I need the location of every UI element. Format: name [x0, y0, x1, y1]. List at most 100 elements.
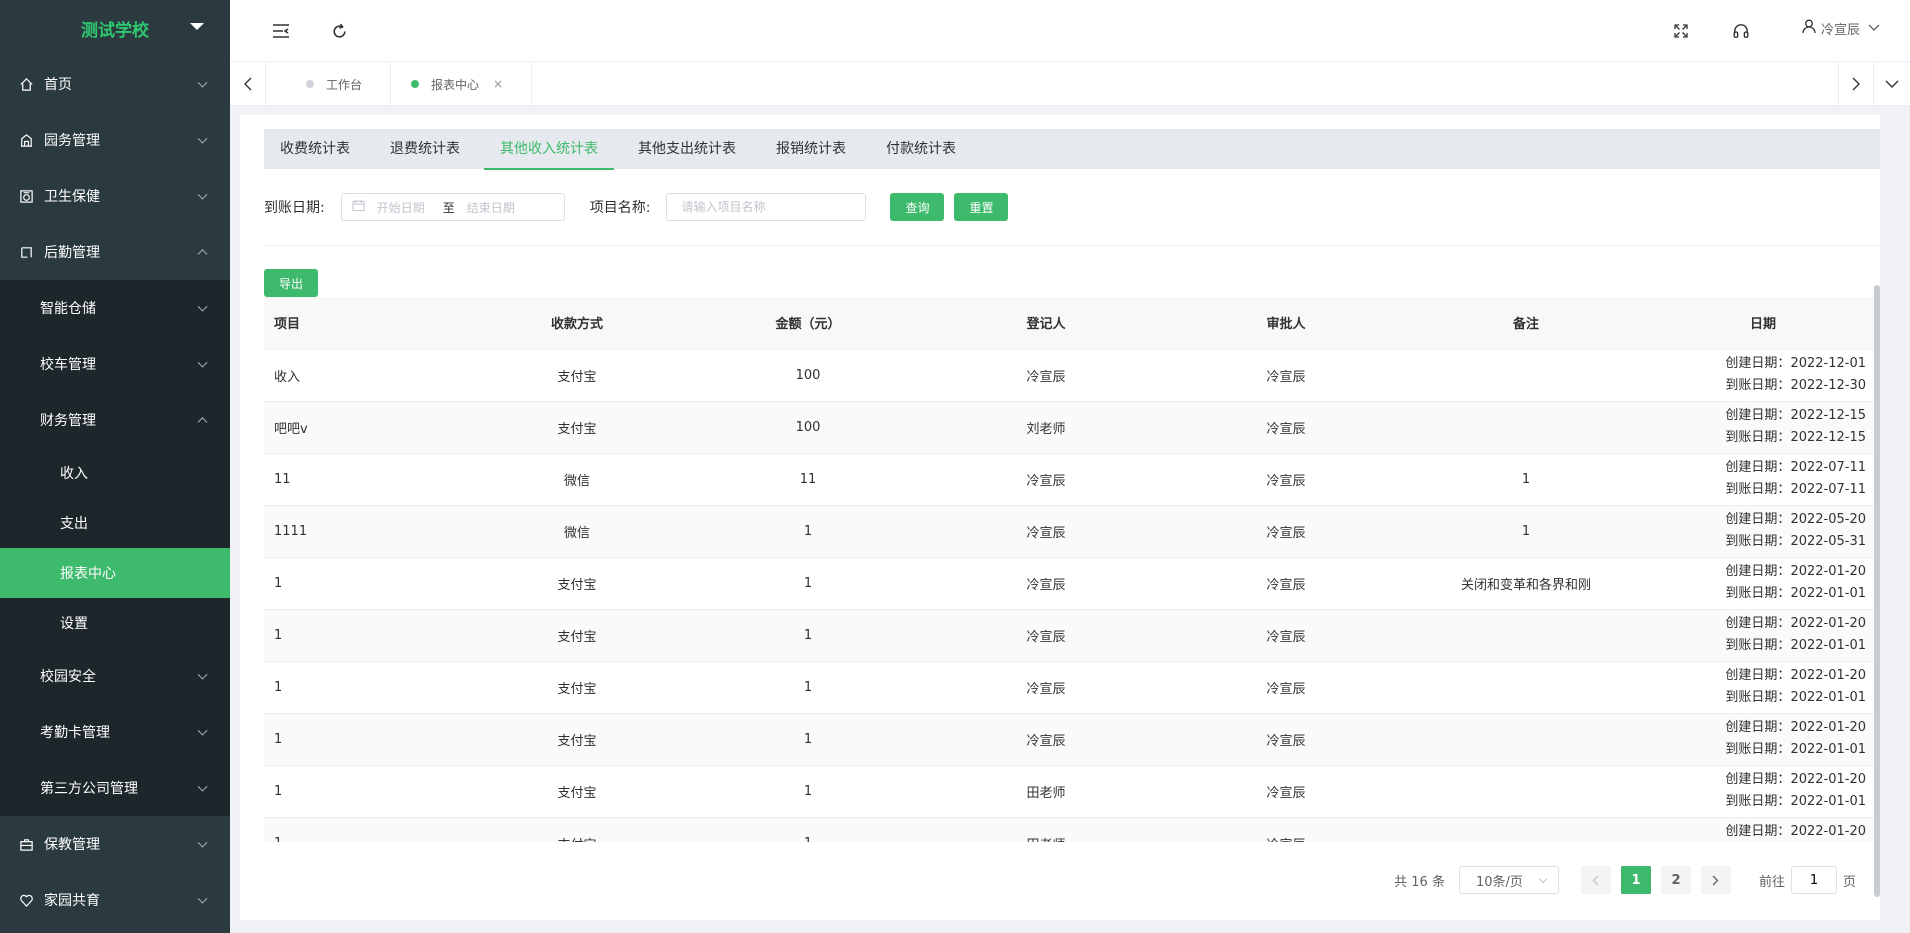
- caret-down-icon[interactable]: [190, 23, 204, 30]
- created-label: 创建日期：: [1725, 720, 1791, 735]
- school-switcher[interactable]: 测试学校: [0, 0, 230, 56]
- sidebar-item-education[interactable]: 保教管理: [0, 816, 230, 872]
- sidebar-item-label: 报表中心: [60, 566, 116, 582]
- created-date-line: 创建日期：2022-01-20: [1646, 561, 1866, 583]
- sidebar-item-expense[interactable]: 支出: [0, 498, 230, 548]
- user-menu[interactable]: 冷宣辰: [1801, 18, 1880, 38]
- created-label: 创建日期：: [1725, 512, 1791, 527]
- table-row: 1 支付宝 1 冷宣辰 冷宣辰 创建日期：2022-01-20 到账日期：2022-01-0…: [264, 609, 1880, 662]
- created-label: 创建日期：: [1725, 408, 1791, 423]
- refresh-icon[interactable]: [328, 20, 350, 42]
- cell-method: 支付宝: [464, 661, 690, 714]
- filter-bar: 到账日期: 开始日期 至 结束日期 项目名称: 查询 重置: [264, 193, 1009, 221]
- sidebar-item-warehouse[interactable]: 智能仓储: [0, 280, 230, 336]
- tab-payment-stats[interactable]: 付款统计表: [870, 129, 972, 169]
- tab-refund-stats[interactable]: 退费统计表: [374, 129, 476, 169]
- next-page-button[interactable]: [1700, 866, 1731, 894]
- sidebar-item-campus-security[interactable]: 校园安全: [0, 648, 230, 704]
- sidebar-item-attendance-card[interactable]: 考勤卡管理: [0, 704, 230, 760]
- cell-registrar: 刘老师: [926, 401, 1166, 454]
- sidebar-item-campus[interactable]: 园务管理: [0, 112, 230, 168]
- sidebar-item-home[interactable]: 首页: [0, 56, 230, 112]
- arrived-label: 到账日期：: [1725, 482, 1791, 497]
- created-date-line: 创建日期：2022-01-20: [1646, 769, 1866, 791]
- cell-note: [1406, 713, 1646, 766]
- sidebar-item-label: 后勤管理: [44, 245, 100, 261]
- created-label: 创建日期：: [1725, 460, 1791, 475]
- arrived-date: 2022-01-01: [1790, 794, 1866, 809]
- cell-approver: 冷宣辰: [1166, 557, 1406, 610]
- cell-dates: 创建日期：2022-01-20到账日期：2022-01-01: [1646, 661, 1880, 714]
- tab-other-income-stats[interactable]: 其他收入统计表: [484, 129, 614, 170]
- cell-dates: 创建日期：2022-01-20到账日期：2022-01-01: [1646, 713, 1880, 766]
- cell-item: 1: [264, 557, 464, 610]
- tab-label: 工作台: [326, 77, 363, 92]
- sidebar-item-schoolbus[interactable]: 校车管理: [0, 336, 230, 392]
- table-row: 11 微信 11 冷宣辰 冷宣辰 1 创建日期：2022-07-11 到账日期：2022-07…: [264, 453, 1880, 506]
- query-button[interactable]: 查询: [890, 193, 945, 221]
- cell-item: 1111: [264, 505, 464, 558]
- export-button[interactable]: 导出: [264, 269, 319, 297]
- sidebar-item-settings[interactable]: 设置: [0, 598, 230, 648]
- fullscreen-icon[interactable]: [1670, 20, 1692, 42]
- total-count: 共 16 条: [1394, 874, 1445, 890]
- table-row: 收入 支付宝 100 冷宣辰 冷宣辰 创建日期：2022-12-01 到账日期：2022-1…: [264, 349, 1880, 402]
- column-header: 日期: [1646, 297, 1880, 350]
- cell-amount: 100: [690, 349, 926, 402]
- sidebar-item-health[interactable]: 卫生保健: [0, 168, 230, 224]
- sidebar-item-label: 校园安全: [40, 669, 96, 685]
- arrived-label: 到账日期：: [1725, 638, 1791, 653]
- tabs-dropdown-icon[interactable]: [1874, 62, 1910, 106]
- start-date-input[interactable]: 开始日期: [377, 199, 425, 216]
- tabs-scroll-right-icon[interactable]: [1838, 62, 1874, 106]
- tab-report-center[interactable]: 报表中心 ×: [371, 62, 533, 106]
- sidebar-item-report-center[interactable]: 报表中心: [0, 548, 230, 598]
- cell-item: 1: [264, 609, 464, 662]
- arrived-date-line: 到账日期：2022-01-01: [1646, 635, 1866, 657]
- table-row: 1 支付宝 1 冷宣辰 冷宣辰 创建日期：2022-01-20 到账日期：2022-01-0…: [264, 713, 1880, 766]
- cell-method: 微信: [464, 453, 690, 506]
- tab-fee-stats[interactable]: 收费统计表: [264, 129, 366, 169]
- close-icon[interactable]: ×: [493, 77, 503, 91]
- sidebar-item-home-school[interactable]: 家园共育: [0, 872, 230, 928]
- tab-status-dot: [411, 80, 419, 88]
- chevron-down-icon: [197, 781, 208, 792]
- reset-button[interactable]: 重置: [954, 193, 1009, 221]
- column-header: 登记人: [926, 297, 1166, 350]
- cell-registrar: 冷宣辰: [926, 661, 1166, 714]
- main-panel: 收费统计表 退费统计表 其他收入统计表 其他支出统计表 报销统计表 付款统计表 …: [240, 115, 1880, 920]
- report-tabs: 收费统计表 退费统计表 其他收入统计表 其他支出统计表 报销统计表 付款统计表: [264, 129, 1880, 170]
- headset-icon[interactable]: [1730, 20, 1752, 42]
- tab-reimbursement-stats[interactable]: 报销统计表: [760, 129, 862, 169]
- created-date-line: 创建日期：2022-05-20: [1646, 509, 1866, 531]
- created-label: 创建日期：: [1725, 616, 1791, 631]
- tab-other-expense-stats[interactable]: 其他支出统计表: [622, 129, 752, 169]
- cell-amount: 100: [690, 401, 926, 454]
- sidebar-item-finance[interactable]: 财务管理: [0, 392, 230, 448]
- chevron-down-icon: [197, 893, 208, 904]
- end-date-input[interactable]: 结束日期: [467, 199, 515, 216]
- created-date: 2022-01-20: [1790, 668, 1866, 683]
- prev-page-button[interactable]: [1580, 866, 1611, 894]
- created-date-line: 创建日期：2022-12-01: [1646, 353, 1866, 375]
- date-range-picker[interactable]: 开始日期 至 结束日期: [340, 193, 565, 221]
- page-button-1[interactable]: 1: [1620, 866, 1651, 894]
- sidebar-item-logistics[interactable]: 后勤管理: [0, 224, 230, 280]
- goto-page-input[interactable]: [1790, 866, 1837, 894]
- cell-amount: 1: [690, 661, 926, 714]
- sidebar-item-income[interactable]: 收入: [0, 448, 230, 498]
- chevron-down-icon: [1868, 21, 1880, 36]
- cell-method: 支付宝: [464, 713, 690, 766]
- tabs-scroll-left-icon[interactable]: [230, 62, 266, 106]
- page-button-2[interactable]: 2: [1660, 866, 1691, 894]
- collapse-menu-icon[interactable]: [270, 20, 292, 42]
- arrived-label: 到账日期：: [1725, 430, 1791, 445]
- vertical-scrollbar[interactable]: [1874, 285, 1880, 897]
- cell-dates: 创建日期：2022-01-20到账日期：2022-01-01: [1646, 557, 1880, 610]
- created-date: 2022-07-11: [1790, 460, 1866, 475]
- cell-method: 支付宝: [464, 349, 690, 402]
- page-size-select[interactable]: 10条/页: [1458, 866, 1559, 894]
- sidebar-item-third-party[interactable]: 第三方公司管理: [0, 760, 230, 816]
- sidebar-item-label: 第三方公司管理: [40, 781, 138, 797]
- project-name-input[interactable]: [666, 193, 867, 221]
